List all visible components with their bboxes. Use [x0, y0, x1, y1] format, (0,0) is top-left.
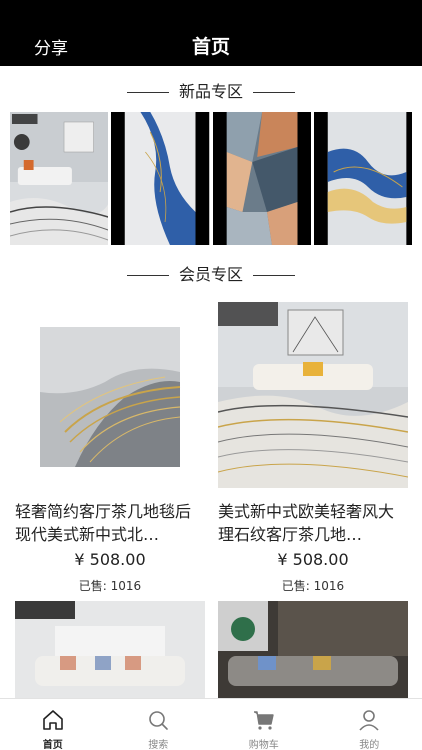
product-sold-count: 已售: 1016 [281, 579, 345, 593]
home-icon [41, 708, 65, 732]
new-products-row [10, 112, 412, 245]
section-title-member: 会员专区 [0, 261, 422, 285]
new-product-image-2[interactable] [111, 112, 210, 245]
section-title-new: 新品专区 [0, 78, 422, 102]
tab-cart-label: 购物车 [248, 740, 279, 750]
divider-line [253, 92, 295, 93]
new-product-image-3[interactable] [212, 112, 311, 245]
tab-profile-label: 我的 [359, 740, 380, 750]
section-title-member-text: 会员专区 [178, 265, 243, 284]
bottom-nav: 首页 搜索 购物车 我的 [0, 698, 422, 750]
search-icon [146, 708, 170, 732]
divider-line [253, 275, 295, 276]
divider-line [126, 275, 169, 276]
user-icon [357, 708, 381, 732]
section-title-new-text: 新品专区 [178, 82, 243, 101]
tab-home-label: 首页 [42, 740, 63, 750]
product-image[interactable] [15, 302, 205, 488]
top-bar: 分享 首页 [0, 0, 422, 66]
tab-profile[interactable]: 我的 [317, 699, 422, 750]
product-price: ¥ 508.00 [74, 550, 146, 569]
product-name[interactable]: 轻奢简约客厅茶几地毯后现代美式新中式北… [15, 500, 205, 546]
new-product-image-1[interactable] [10, 112, 109, 245]
product-price: ¥ 508.00 [277, 550, 349, 569]
tab-cart[interactable]: 购物车 [211, 699, 317, 750]
tab-search[interactable]: 搜索 [106, 699, 212, 750]
new-product-image-4[interactable] [313, 112, 412, 245]
divider-line [126, 92, 169, 93]
product-name[interactable]: 美式新中式欧美轻奢风大理石纹客厅茶几地… [218, 500, 408, 546]
tab-home[interactable]: 首页 [0, 699, 106, 750]
tab-search-label: 搜索 [148, 740, 169, 750]
cart-icon [252, 708, 276, 732]
product-image[interactable] [218, 302, 408, 488]
product-sold-count: 已售: 1016 [78, 579, 142, 593]
page-title: 首页 [191, 36, 230, 58]
